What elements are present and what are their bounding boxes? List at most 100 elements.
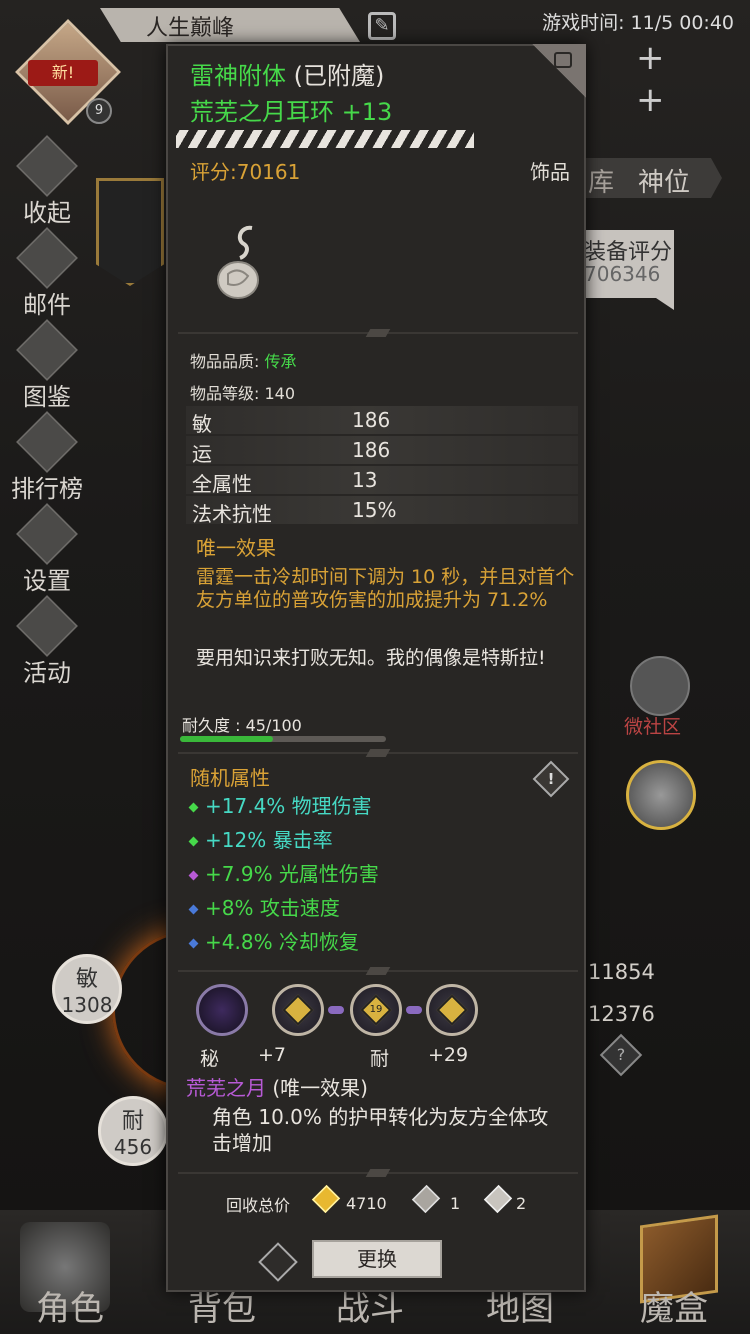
random-attr: +17.4% 物理伤害	[188, 790, 372, 819]
recycle-mat2: 2	[516, 1194, 527, 1213]
book-icon	[16, 319, 78, 381]
lock-icon[interactable]	[554, 52, 572, 68]
side-menu: 收起 邮件 图鉴 排行榜 设置 活动	[6, 135, 88, 690]
recycle-label: 回收总价	[226, 1196, 291, 1215]
random-attr-text: +8% 攻击速度	[205, 896, 340, 920]
side-item-label: 排行榜	[11, 475, 83, 503]
item-level-row: 物品等级: 140	[190, 380, 295, 404]
game-time-label: 游戏时间:	[542, 12, 625, 34]
item-score: 评分:70161	[190, 160, 301, 184]
attr-name: 全属性	[192, 472, 252, 496]
gold-icon	[311, 1184, 341, 1214]
quality-row: 物品品质: 传承	[190, 348, 297, 372]
side-item-ranking[interactable]: 排行榜	[6, 411, 88, 506]
stat-value: 456	[113, 1135, 153, 1159]
socket-link	[328, 1006, 344, 1014]
attr-dot-icon	[188, 938, 199, 949]
attr-dot-icon	[188, 836, 199, 847]
community-icon[interactable]	[630, 656, 690, 716]
set-desc: 角色 10.0% 的护甲转化为友方全体攻击增加	[212, 1105, 549, 1155]
attr-row: 运 186	[186, 436, 578, 466]
title-text: 人生巅峰	[146, 16, 235, 41]
new-tag: 新!	[28, 60, 98, 86]
attr-name: 敏	[192, 412, 212, 436]
attr-row: 法术抗性 15%	[186, 496, 578, 526]
divider	[178, 332, 578, 334]
stat-label: 敏	[75, 967, 98, 992]
set-name: 荒芜之月	[186, 1076, 266, 1100]
side-item-label: 邮件	[23, 291, 71, 319]
info-icon[interactable]: !	[532, 760, 570, 798]
socket-empty[interactable]	[196, 984, 248, 1036]
game-time-value: 11/5 00:40	[630, 12, 734, 34]
level-badge: 9	[86, 98, 112, 124]
set-title: 荒芜之月 (唯一效果)	[186, 1072, 368, 1101]
ranking-icon	[16, 411, 78, 473]
equip-score-value: 706346	[584, 262, 661, 286]
flavor-text: 要用知识来打败无知。我的偶像是特斯拉!	[196, 647, 546, 669]
attr-value: 186	[352, 438, 391, 462]
socket-label: 秘	[200, 1048, 220, 1070]
nav-character[interactable]: 角色	[36, 1281, 104, 1330]
side-item-settings[interactable]: 设置	[6, 503, 88, 598]
add-icon[interactable]: +	[636, 41, 665, 75]
stat-value-right: 11854	[588, 960, 655, 984]
tab-divine[interactable]: 神位	[638, 162, 690, 199]
socket-link	[406, 1006, 422, 1014]
stat-label: 耐	[121, 1109, 144, 1134]
recycle-gold: 4710	[346, 1194, 387, 1213]
socket-label: 耐	[370, 1048, 390, 1070]
edit-icon[interactable]: ✎	[368, 12, 396, 40]
attr-row: 全属性 13	[186, 466, 578, 496]
tab-storage[interactable]: 库	[588, 162, 614, 199]
side-item-events[interactable]: 活动	[6, 595, 88, 690]
mail-icon	[16, 227, 78, 289]
attr-value: 186	[352, 408, 391, 432]
side-item-codex[interactable]: 图鉴	[6, 319, 88, 414]
guild-icon[interactable]	[626, 760, 696, 830]
socket-label: +29	[428, 1044, 469, 1066]
side-item-label: 设置	[23, 567, 71, 595]
item-level-value: 140	[264, 384, 296, 403]
divider	[178, 1172, 578, 1174]
share-icon[interactable]	[258, 1242, 298, 1282]
recycle-mat1: 1	[450, 1194, 461, 1213]
durability-label: 耐久度 : 45/100	[182, 716, 302, 735]
quality-value: 传承	[264, 352, 297, 371]
random-attr: +4.8% 冷却恢复	[188, 926, 359, 955]
attr-dot-icon	[188, 802, 199, 813]
random-attr: +8% 攻击速度	[188, 892, 340, 921]
side-item-collapse[interactable]: 收起	[6, 135, 88, 230]
community-label[interactable]: 微社区	[624, 712, 681, 739]
attr-row: 敏 186	[186, 406, 578, 436]
socket-gem[interactable]	[426, 984, 478, 1036]
socket-label: +7	[258, 1044, 287, 1066]
add-icon[interactable]: +	[636, 83, 665, 117]
divider	[178, 752, 578, 754]
attr-name: 运	[192, 442, 212, 466]
stat-value: 1308	[61, 993, 113, 1017]
socket-gem[interactable]	[272, 984, 324, 1036]
attr-dot-icon	[188, 904, 199, 915]
durability-fill	[180, 736, 273, 742]
gear-icon	[16, 503, 78, 565]
random-attr: +12% 暴击率	[188, 824, 333, 853]
earring-icon	[217, 225, 259, 299]
divider	[178, 970, 578, 972]
random-attr-text: +7.9% 光属性伤害	[205, 862, 379, 886]
gem-icon	[282, 994, 314, 1026]
attr-value: 13	[352, 468, 378, 492]
random-attr: +7.9% 光属性伤害	[188, 858, 379, 887]
quality-label: 物品品质:	[190, 352, 260, 371]
swap-button[interactable]: 更换	[312, 1240, 442, 1278]
attr-value: 15%	[352, 498, 397, 522]
nav-magic-box[interactable]: 魔盒	[640, 1281, 708, 1330]
side-item-mail[interactable]: 邮件	[6, 227, 88, 322]
side-item-label: 活动	[23, 659, 71, 687]
side-item-label: 图鉴	[23, 383, 71, 411]
enchant-name: 雷神附体 (已附魔)	[190, 56, 384, 91]
crystal-icon	[483, 1184, 513, 1214]
stat-endurance: 耐 456	[98, 1096, 168, 1166]
socket-gem[interactable]: 19	[350, 984, 402, 1036]
attr-dot-icon	[188, 870, 199, 881]
